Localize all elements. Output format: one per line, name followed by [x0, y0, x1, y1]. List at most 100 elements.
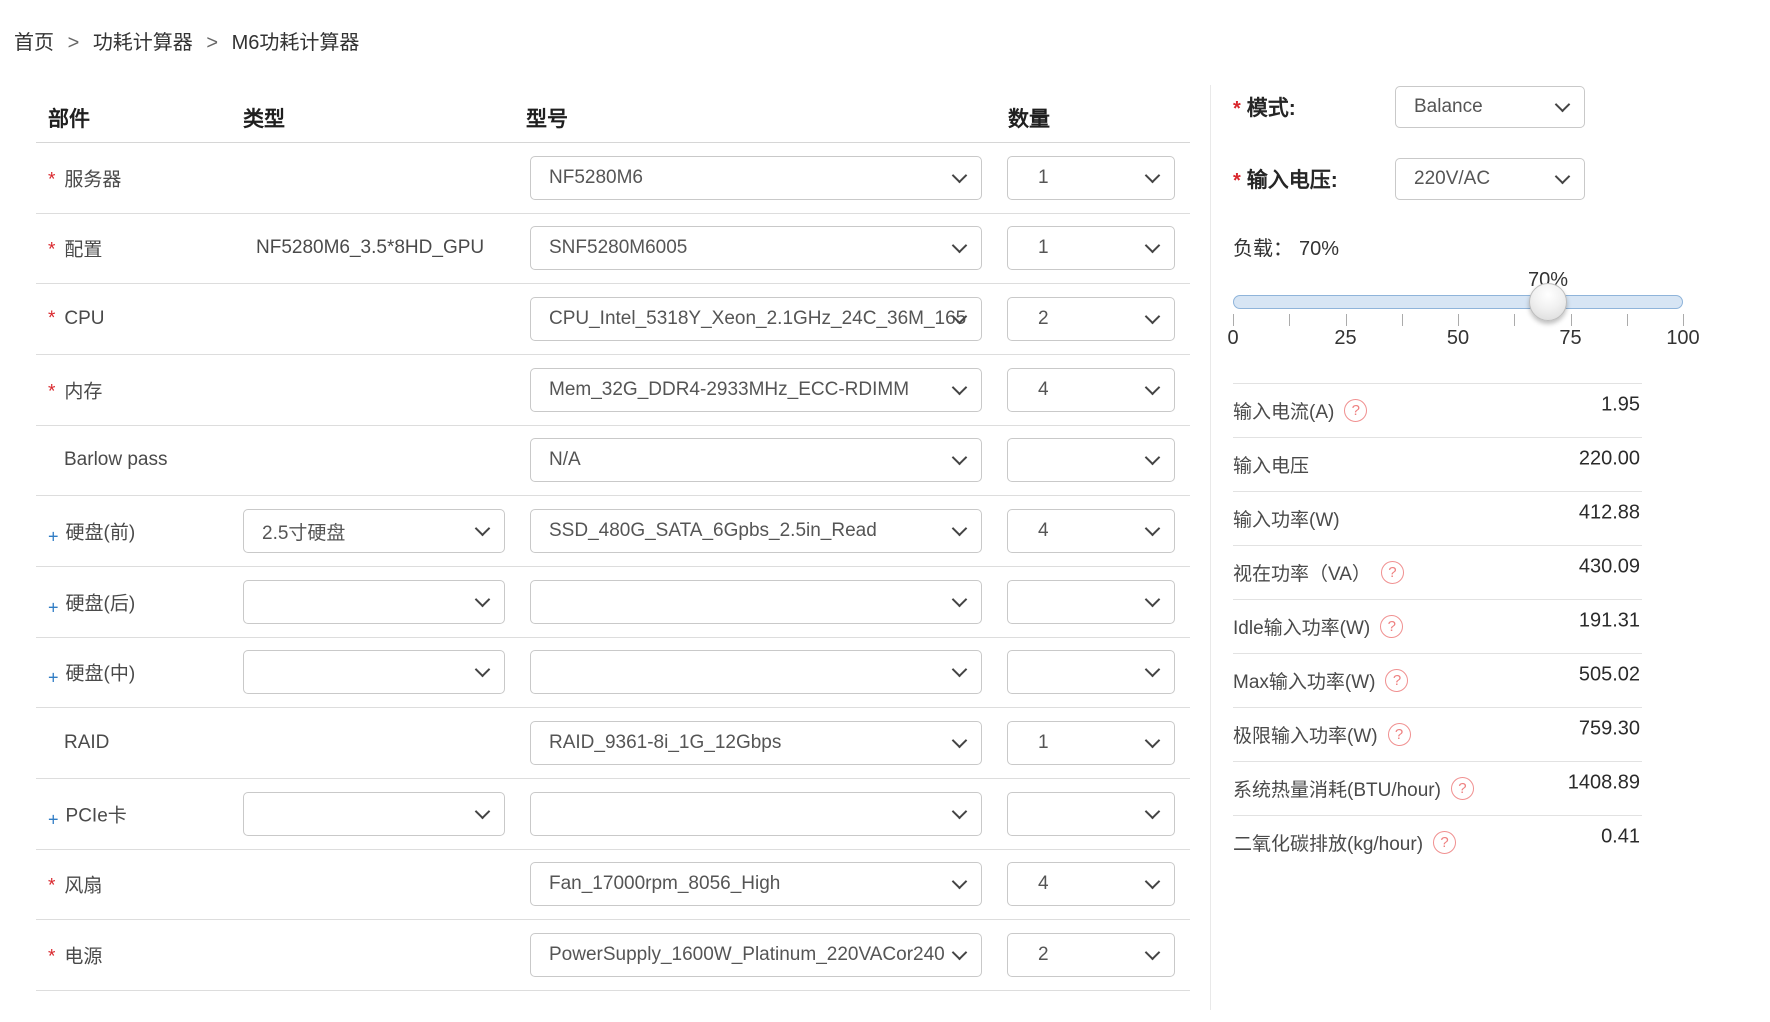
model-cell-memory: Mem_32G_DDR4-2933MHz_ECC-RDIMM — [530, 368, 982, 412]
required-mark: * — [1233, 170, 1241, 192]
power-calculator-page: 首页 > 功耗计算器 > M6功耗计算器 部件 类型 型号 数量 *服务器NF5… — [0, 0, 1770, 1022]
result-row-7: 系统热量消耗(BTU/hour)?1408.89 — [1233, 761, 1642, 815]
model-select-fan[interactable]: Fan_17000rpm_8056_High — [530, 862, 982, 906]
slider-tick — [1627, 314, 1628, 326]
chevron-down-icon — [952, 874, 968, 890]
quantity-select-pcie-card[interactable] — [1007, 792, 1175, 836]
slider-track[interactable] — [1233, 295, 1683, 309]
help-icon[interactable]: ? — [1381, 561, 1404, 584]
quantity-select-memory[interactable]: 4 — [1007, 368, 1175, 412]
quantity-select-hdd-rear[interactable] — [1007, 580, 1175, 624]
chevron-down-icon — [1145, 521, 1161, 537]
model-select-raid-value: RAID_9361-8i_1G_12Gbps — [531, 732, 821, 754]
quantity-select-server[interactable]: 1 — [1007, 156, 1175, 200]
quantity-select-hdd-middle[interactable] — [1007, 650, 1175, 694]
help-icon[interactable]: ? — [1433, 831, 1456, 854]
result-value: 1408.89 — [1568, 771, 1640, 794]
quantity-select-fan[interactable]: 4 — [1007, 862, 1175, 906]
add-row-icon[interactable]: + — [48, 597, 59, 617]
add-row-icon[interactable]: + — [48, 668, 59, 688]
chevron-down-icon — [475, 803, 491, 819]
breadcrumb-home[interactable]: 首页 — [14, 32, 54, 54]
slider-tick — [1346, 314, 1347, 326]
model-select-hdd-front[interactable]: SSD_480G_SATA_6Gpbs_2.5in_Read — [530, 509, 982, 553]
slider-tick-label: 50 — [1447, 327, 1469, 350]
help-icon[interactable]: ? — [1380, 615, 1403, 638]
table-row-server: *服务器NF5280M61 — [36, 143, 1190, 214]
model-cell-hdd-front: SSD_480G_SATA_6Gpbs_2.5in_Read — [530, 509, 982, 553]
quantity-select-cpu-value: 2 — [1008, 308, 1089, 330]
slider-handle[interactable] — [1529, 283, 1567, 321]
chevron-down-icon — [475, 521, 491, 537]
model-select-config[interactable]: SNF5280M6005 — [530, 226, 982, 270]
model-select-raid[interactable]: RAID_9361-8i_1G_12Gbps — [530, 721, 982, 765]
chevron-down-icon — [952, 450, 968, 466]
mode-select[interactable]: Balance — [1395, 86, 1585, 128]
model-select-pcie-card[interactable] — [530, 792, 982, 836]
help-icon[interactable]: ? — [1451, 777, 1474, 800]
header-component: 部件 — [48, 103, 90, 133]
quantity-select-barlow-pass[interactable] — [1007, 438, 1175, 482]
required-mark: * — [1233, 98, 1241, 120]
type-select-hdd-front[interactable]: 2.5寸硬盘 — [243, 509, 505, 553]
help-icon[interactable]: ? — [1344, 399, 1367, 422]
model-select-cpu[interactable]: CPU_Intel_5318Y_Xeon_2.1GHz_24C_36M_165 — [530, 297, 982, 341]
required-mark: * — [48, 876, 55, 897]
model-select-hdd-rear[interactable] — [530, 580, 982, 624]
model-select-power-supply[interactable]: PowerSupply_1600W_Platinum_220VACor240 — [530, 933, 982, 977]
table-row-pcie-card: +PCIe卡 — [36, 779, 1190, 850]
quantity-select-hdd-front[interactable]: 4 — [1007, 509, 1175, 553]
voltage-select[interactable]: 220V/AC — [1395, 158, 1585, 200]
model-select-server[interactable]: NF5280M6 — [530, 156, 982, 200]
slider-tick-label: 25 — [1334, 327, 1356, 350]
quantity-select-raid[interactable]: 1 — [1007, 721, 1175, 765]
quantity-select-power-supply[interactable]: 2 — [1007, 933, 1175, 977]
quantity-cell-hdd-rear — [1007, 580, 1175, 624]
type-select-hdd-rear[interactable] — [243, 580, 505, 624]
result-row-0: 输入电流(A)?1.95 — [1233, 383, 1642, 437]
chevron-down-icon — [952, 803, 968, 819]
table-row-barlow-pass: Barlow pass N/A — [36, 426, 1190, 497]
slider-tick — [1233, 314, 1234, 326]
add-row-icon[interactable]: + — [48, 527, 59, 547]
result-label: 输入电压 — [1233, 451, 1309, 478]
chevron-down-icon — [952, 168, 968, 184]
component-label-pcie-card: +PCIe卡 — [48, 800, 127, 827]
component-table-body: *服务器NF5280M61*配置NF5280M6_3.5*8HD_GPUSNF5… — [36, 143, 1190, 991]
type-select-pcie-card[interactable] — [243, 792, 505, 836]
mode-select-value: Balance — [1396, 96, 1523, 118]
result-value: 430.09 — [1579, 555, 1640, 578]
quantity-select-config[interactable]: 1 — [1007, 226, 1175, 270]
model-select-memory[interactable]: Mem_32G_DDR4-2933MHz_ECC-RDIMM — [530, 368, 982, 412]
table-row-cpu: *CPUCPU_Intel_5318Y_Xeon_2.1GHz_24C_36M_… — [36, 284, 1190, 355]
type-select-hdd-middle[interactable] — [243, 650, 505, 694]
chevron-down-icon — [952, 521, 968, 537]
result-value: 0.41 — [1601, 825, 1640, 848]
slider-tick-label: 0 — [1227, 327, 1238, 350]
component-label-config: *配置 — [48, 235, 102, 262]
breadcrumb-calculator[interactable]: 功耗计算器 — [93, 32, 193, 54]
slider-tick — [1514, 314, 1515, 326]
model-cell-raid: RAID_9361-8i_1G_12Gbps — [530, 721, 982, 765]
quantity-select-cpu[interactable]: 2 — [1007, 297, 1175, 341]
component-label-barlow-pass: Barlow pass — [48, 449, 168, 471]
chevron-down-icon — [1145, 450, 1161, 466]
table-header-row: 部件 类型 型号 数量 — [36, 95, 1190, 143]
component-label-text: CPU — [64, 308, 104, 329]
help-icon[interactable]: ? — [1385, 669, 1408, 692]
component-label-text: 内存 — [64, 381, 102, 402]
component-label-text: 硬盘(前) — [66, 523, 136, 544]
quantity-cell-raid: 1 — [1007, 721, 1175, 765]
quantity-cell-hdd-middle — [1007, 650, 1175, 694]
result-label: 输入功率(W) — [1233, 505, 1340, 532]
header-model: 型号 — [526, 103, 568, 133]
add-row-icon[interactable]: + — [48, 809, 59, 829]
model-select-barlow-pass[interactable]: N/A — [530, 438, 982, 482]
type-cell-hdd-middle — [243, 650, 505, 694]
help-icon[interactable]: ? — [1388, 723, 1411, 746]
table-row-memory: *内存Mem_32G_DDR4-2933MHz_ECC-RDIMM4 — [36, 355, 1190, 426]
result-value: 1.95 — [1601, 393, 1640, 416]
component-label-text: 硬盘(中) — [66, 664, 136, 685]
model-select-hdd-middle[interactable] — [530, 650, 982, 694]
voltage-row: *输入电压: 220V/AC — [1233, 157, 1645, 201]
